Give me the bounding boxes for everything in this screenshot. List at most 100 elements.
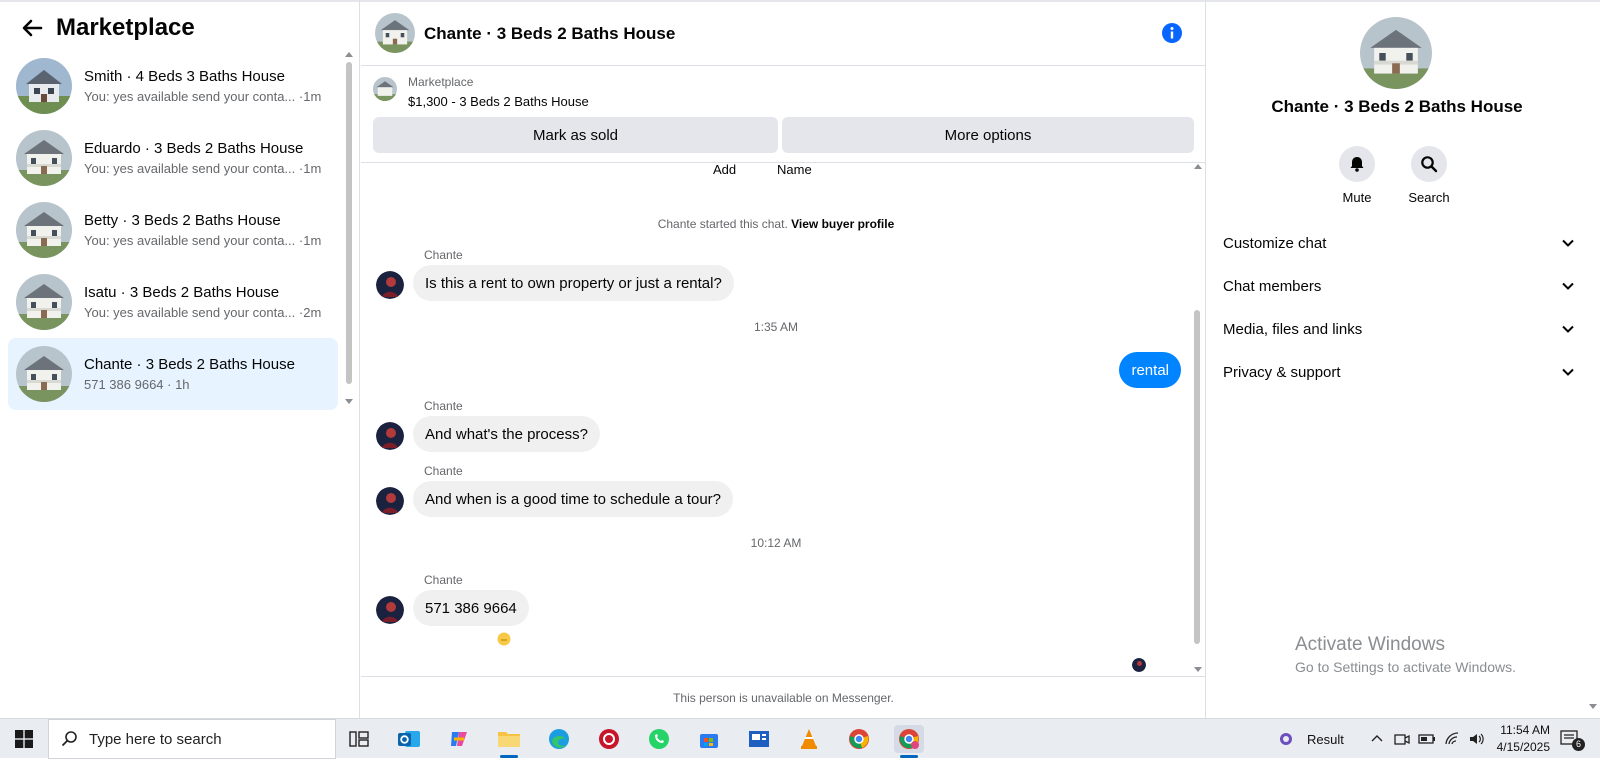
conversation-name: Betty · 3 Beds 2 Baths House — [84, 211, 281, 229]
scrollbar-thumb[interactable] — [346, 62, 352, 384]
chat-scrollbar[interactable] — [1191, 164, 1203, 672]
weather-text: Result — [1307, 731, 1344, 747]
scroll-up-arrow-icon[interactable] — [345, 52, 353, 57]
mute-label: Mute — [1342, 190, 1372, 205]
chevron-down-icon — [1562, 239, 1574, 247]
sender-name: Chante — [424, 399, 463, 413]
message-bubble-outgoing[interactable]: rental — [1119, 352, 1181, 388]
sender-name: Chante — [424, 573, 463, 587]
mute-button[interactable]: Mute — [1327, 146, 1387, 205]
sender-avatar[interactable] — [376, 422, 404, 450]
notification-count-badge: 6 — [1572, 738, 1585, 751]
conversation-item[interactable]: Isatu · 3 Beds 2 Baths House You: yes av… — [8, 266, 338, 338]
news-app-icon[interactable] — [744, 725, 774, 753]
message-thread: Add Name Chante started this chat. View … — [361, 164, 1206, 676]
seen-avatar-icon — [1132, 658, 1146, 672]
house-thumbnail — [16, 346, 72, 402]
meet-now-icon[interactable] — [1394, 731, 1410, 747]
notification-center-button[interactable]: 6 — [1560, 729, 1585, 754]
windows-taskbar: Type here to search Result 11:54 AM 4/15… — [0, 718, 1600, 759]
chat-avatar[interactable] — [375, 13, 415, 53]
chevron-up-icon[interactable] — [1370, 732, 1384, 746]
chevron-down-icon — [1562, 282, 1574, 290]
chat-members-section[interactable]: Chat members — [1223, 266, 1575, 306]
listing-price-title[interactable]: $1,300 - 3 Beds 2 Baths House — [408, 94, 589, 109]
weather-widget[interactable]: Result — [1275, 719, 1344, 759]
media-files-links-section[interactable]: Media, files and links — [1223, 309, 1575, 349]
conversation-item[interactable]: Smith · 4 Beds 3 Baths House You: yes av… — [8, 50, 338, 122]
whatsapp-icon[interactable] — [644, 725, 674, 753]
marketplace-listing-bar: Marketplace $1,300 - 3 Beds 2 Baths Hous… — [361, 67, 1206, 163]
windows-logo-icon — [15, 730, 33, 748]
sender-avatar[interactable] — [376, 487, 404, 515]
conversation-item[interactable]: Eduardo · 3 Beds 2 Baths House You: yes … — [8, 122, 338, 194]
mark-as-sold-button[interactable]: Mark as sold — [373, 117, 778, 153]
search-button[interactable]: Search — [1399, 146, 1459, 205]
copilot-icon[interactable] — [444, 725, 474, 753]
scroll-down-arrow-icon[interactable] — [1194, 667, 1202, 672]
back-arrow-icon[interactable] — [18, 14, 46, 42]
conversation-item[interactable]: Betty · 3 Beds 2 Baths House You: yes av… — [8, 194, 338, 266]
taskbar-search-placeholder: Type here to search — [89, 730, 222, 748]
chrome-profile-icon[interactable] — [894, 725, 924, 758]
task-view-icon[interactable] — [344, 725, 374, 753]
sidebar-scrollbar[interactable] — [342, 52, 354, 404]
message-bubble[interactable]: Is this a rent to own property or just a… — [413, 265, 734, 301]
section-label: Privacy & support — [1223, 363, 1341, 381]
section-label: Media, files and links — [1223, 320, 1363, 338]
scroll-up-arrow-icon[interactable] — [1194, 164, 1202, 169]
conversation-item-active[interactable]: Chante · 3 Beds 2 Baths House 571 386 96… — [8, 338, 338, 410]
scroll-down-arrow-icon[interactable] — [1589, 704, 1597, 709]
microsoft-store-icon[interactable] — [694, 725, 724, 753]
search-icon — [61, 731, 77, 747]
chat-details-panel: Chante · 3 Beds 2 Baths House Mute Searc… — [1207, 0, 1600, 718]
messenger-app: Marketplace Smith · 4 Beds 3 Baths House… — [0, 0, 1600, 718]
vlc-player-icon[interactable] — [794, 725, 824, 753]
info-icon[interactable] — [1161, 22, 1183, 44]
message-bubble[interactable]: And when is a good time to schedule a to… — [413, 481, 734, 517]
windows-start-button[interactable] — [0, 719, 48, 759]
message-bubble[interactable]: And what's the process? — [413, 416, 600, 452]
customize-chat-section[interactable]: Customize chat — [1223, 223, 1575, 263]
conversation-name: Eduardo · 3 Beds 2 Baths House — [84, 139, 304, 157]
listing-thumbnail[interactable] — [373, 77, 397, 101]
started-text: Chante started this chat. — [657, 217, 788, 231]
conversation-preview: You: yes available send your conta... ·1… — [84, 88, 322, 104]
system-clock[interactable]: 11:54 AM 4/15/2025 — [1480, 722, 1550, 756]
edge-browser-icon[interactable] — [544, 725, 574, 753]
scroll-down-arrow-icon[interactable] — [345, 399, 353, 404]
taskbar-search-box[interactable]: Type here to search — [48, 719, 336, 759]
conversation-preview: You: yes available send your conta... ·1… — [84, 160, 322, 176]
chat-title[interactable]: Chante · 3 Beds 2 Baths House — [424, 24, 675, 44]
timestamp: 10:12 AM — [750, 536, 802, 550]
security-app-icon[interactable] — [594, 725, 624, 753]
conversation-list: Smith · 4 Beds 3 Baths House You: yes av… — [8, 50, 338, 410]
thumbs-up-reaction-icon[interactable] — [495, 630, 513, 648]
house-thumbnail — [16, 202, 72, 258]
more-options-button[interactable]: More options — [782, 117, 1194, 153]
unavailable-notice: This person is unavailable on Messenger. — [361, 676, 1206, 718]
wifi-icon[interactable] — [1444, 731, 1460, 747]
house-thumbnail — [16, 130, 72, 186]
watermark-line: Activate Windows — [1295, 634, 1445, 655]
chrome-icon[interactable] — [844, 725, 874, 753]
battery-icon[interactable] — [1418, 731, 1436, 747]
conversation-name: Smith · 4 Beds 3 Baths House — [84, 67, 285, 85]
system-tray[interactable] — [1370, 719, 1486, 759]
view-buyer-profile-link[interactable]: View buyer profile — [791, 217, 894, 231]
bell-icon — [1339, 146, 1375, 182]
sender-avatar[interactable] — [376, 271, 404, 299]
sender-avatar[interactable] — [376, 596, 404, 624]
chevron-down-icon — [1562, 368, 1574, 376]
privacy-support-section[interactable]: Privacy & support — [1223, 352, 1575, 392]
house-thumbnail — [16, 58, 72, 114]
chevron-down-icon — [1562, 325, 1574, 333]
file-explorer-icon[interactable] — [494, 725, 524, 758]
conversation-preview: You: yes available send your conta... ·2… — [84, 304, 322, 320]
message-bubble[interactable]: 571 386 9664 — [413, 590, 529, 626]
outlook-icon[interactable] — [394, 725, 424, 753]
conversation-preview: 571 386 9664 · 1h — [84, 376, 190, 392]
details-avatar[interactable] — [1360, 17, 1432, 89]
watermark-line: Go to Settings to activate Windows. — [1295, 659, 1516, 675]
scrollbar-thumb[interactable] — [1194, 310, 1200, 644]
